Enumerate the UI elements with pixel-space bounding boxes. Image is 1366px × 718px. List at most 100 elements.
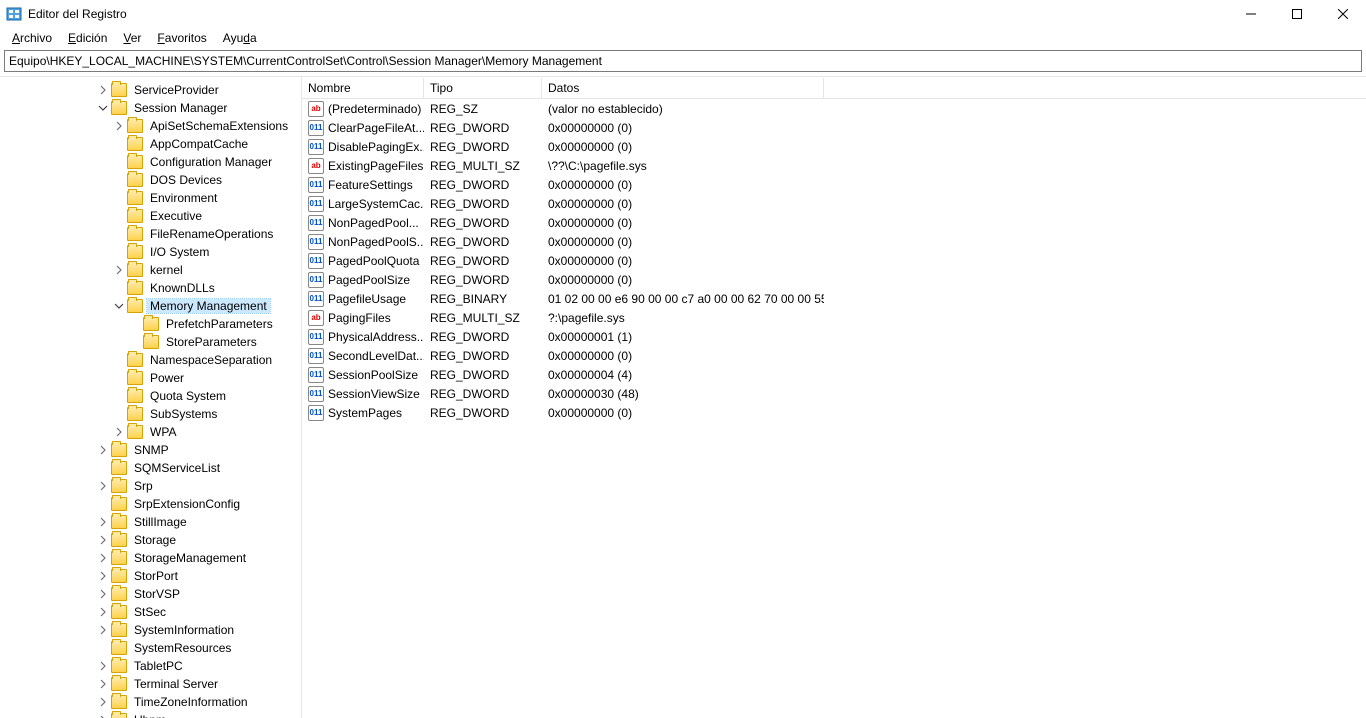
chevron-right-icon[interactable]	[96, 533, 110, 547]
folder-icon	[111, 695, 127, 709]
menu-ver[interactable]: Ver	[115, 30, 149, 46]
tree-item[interactable]: StillImage	[0, 513, 301, 531]
tree-item[interactable]: TimeZoneInformation	[0, 693, 301, 711]
value-row[interactable]: 011PagefileUsageREG_BINARY01 02 00 00 e6…	[302, 289, 1366, 308]
tree-item[interactable]: Session Manager	[0, 99, 301, 117]
value-row[interactable]: 011DisablePagingEx...REG_DWORD0x00000000…	[302, 137, 1366, 156]
tree-item[interactable]: PrefetchParameters	[0, 315, 301, 333]
value-row[interactable]: 011SessionPoolSizeREG_DWORD0x00000004 (4…	[302, 365, 1366, 384]
value-data: 0x00000000 (0)	[542, 254, 824, 268]
value-row[interactable]: 011ClearPageFileAt...REG_DWORD0x00000000…	[302, 118, 1366, 137]
value-name: LargeSystemCac...	[328, 197, 424, 211]
tree-scroll[interactable]: ServiceProviderSession ManagerApiSetSche…	[0, 77, 301, 718]
tree-item[interactable]: kernel	[0, 261, 301, 279]
value-row[interactable]: 011PagedPoolQuotaREG_DWORD0x00000000 (0)	[302, 251, 1366, 270]
chevron-right-icon[interactable]	[96, 443, 110, 457]
tree-item[interactable]: SNMP	[0, 441, 301, 459]
col-header-name[interactable]: Nombre	[302, 78, 424, 98]
tree-item[interactable]: Environment	[0, 189, 301, 207]
folder-icon	[111, 641, 127, 655]
value-name: PagingFiles	[328, 311, 391, 325]
tree-item[interactable]: KnownDLLs	[0, 279, 301, 297]
tree-item[interactable]: FileRenameOperations	[0, 225, 301, 243]
minimize-button[interactable]	[1228, 0, 1274, 28]
tree-item-label: PrefetchParameters	[163, 317, 276, 331]
value-name-cell: 011PagefileUsage	[302, 291, 424, 307]
chevron-right-icon[interactable]	[96, 659, 110, 673]
value-row[interactable]: 011NonPagedPoolS...REG_DWORD0x00000000 (…	[302, 232, 1366, 251]
value-row[interactable]: 011SessionViewSizeREG_DWORD0x00000030 (4…	[302, 384, 1366, 403]
tree-item[interactable]: SubSystems	[0, 405, 301, 423]
value-row[interactable]: abExistingPageFilesREG_MULTI_SZ\??\C:\pa…	[302, 156, 1366, 175]
tree-item[interactable]: StSec	[0, 603, 301, 621]
binary-value-icon: 011	[308, 348, 324, 364]
menu-favoritos[interactable]: Favoritos	[149, 30, 214, 46]
chevron-right-icon[interactable]	[96, 605, 110, 619]
tree-item[interactable]: Power	[0, 369, 301, 387]
tree-item[interactable]: Storage	[0, 531, 301, 549]
value-row[interactable]: 011LargeSystemCac...REG_DWORD0x00000000 …	[302, 194, 1366, 213]
value-row[interactable]: ab(Predeterminado)REG_SZ(valor no establ…	[302, 99, 1366, 118]
value-row[interactable]: 011FeatureSettingsREG_DWORD0x00000000 (0…	[302, 175, 1366, 194]
chevron-right-icon[interactable]	[112, 425, 126, 439]
tree-item[interactable]: ApiSetSchemaExtensions	[0, 117, 301, 135]
chevron-down-icon[interactable]	[96, 101, 110, 115]
address-bar[interactable]: Equipo\HKEY_LOCAL_MACHINE\SYSTEM\Current…	[4, 50, 1362, 72]
tree-item[interactable]: AppCompatCache	[0, 135, 301, 153]
chevron-right-icon[interactable]	[96, 623, 110, 637]
menu-edición[interactable]: Edición	[60, 30, 115, 46]
chevron-right-icon[interactable]	[96, 695, 110, 709]
value-row[interactable]: 011SecondLevelDat...REG_DWORD0x00000000 …	[302, 346, 1366, 365]
value-name-cell: 011PagedPoolQuota	[302, 253, 424, 269]
tree-item-label: Terminal Server	[131, 677, 221, 691]
maximize-button[interactable]	[1274, 0, 1320, 28]
list-body[interactable]: ab(Predeterminado)REG_SZ(valor no establ…	[302, 99, 1366, 718]
close-button[interactable]	[1320, 0, 1366, 28]
tree-item[interactable]: NamespaceSeparation	[0, 351, 301, 369]
tree-item[interactable]: SQMServiceList	[0, 459, 301, 477]
chevron-right-icon[interactable]	[96, 515, 110, 529]
binary-value-icon: 011	[308, 291, 324, 307]
value-data: 0x00000000 (0)	[542, 406, 824, 420]
tree-item[interactable]: Srp	[0, 477, 301, 495]
tree-item[interactable]: SystemResources	[0, 639, 301, 657]
tree-item[interactable]: ServiceProvider	[0, 81, 301, 99]
tree-item[interactable]: TabletPC	[0, 657, 301, 675]
tree-item-label: StSec	[131, 605, 169, 619]
chevron-right-icon[interactable]	[112, 263, 126, 277]
tree-item[interactable]: SrpExtensionConfig	[0, 495, 301, 513]
tree-item[interactable]: DOS Devices	[0, 171, 301, 189]
chevron-right-icon[interactable]	[96, 551, 110, 565]
value-row[interactable]: 011PagedPoolSizeREG_DWORD0x00000000 (0)	[302, 270, 1366, 289]
tree-item[interactable]: StorVSP	[0, 585, 301, 603]
tree-item[interactable]: StorPort	[0, 567, 301, 585]
tree-item[interactable]: Memory Management	[0, 297, 301, 315]
menu-archivo[interactable]: Archivo	[4, 30, 60, 46]
chevron-right-icon[interactable]	[96, 677, 110, 691]
value-row[interactable]: 011NonPagedPool...REG_DWORD0x00000000 (0…	[302, 213, 1366, 232]
value-row[interactable]: abPagingFilesREG_MULTI_SZ?:\pagefile.sys	[302, 308, 1366, 327]
chevron-right-icon[interactable]	[96, 713, 110, 718]
col-header-data[interactable]: Datos	[542, 78, 824, 98]
tree-item[interactable]: Ubpm	[0, 711, 301, 718]
tree-item[interactable]: Terminal Server	[0, 675, 301, 693]
chevron-right-icon[interactable]	[96, 83, 110, 97]
chevron-down-icon[interactable]	[112, 299, 126, 313]
tree-item[interactable]: Quota System	[0, 387, 301, 405]
value-row[interactable]: 011PhysicalAddress...REG_DWORD0x00000001…	[302, 327, 1366, 346]
chevron-right-icon[interactable]	[112, 119, 126, 133]
chevron-right-icon[interactable]	[96, 479, 110, 493]
tree-item[interactable]: Configuration Manager	[0, 153, 301, 171]
tree-item[interactable]: WPA	[0, 423, 301, 441]
menu-ayuda[interactable]: Ayuda	[215, 30, 265, 46]
tree-item[interactable]: SystemInformation	[0, 621, 301, 639]
tree-item[interactable]: StoreParameters	[0, 333, 301, 351]
chevron-right-icon[interactable]	[96, 569, 110, 583]
col-header-type[interactable]: Tipo	[424, 78, 542, 98]
folder-icon	[111, 623, 127, 637]
tree-item[interactable]: StorageManagement	[0, 549, 301, 567]
tree-item[interactable]: Executive	[0, 207, 301, 225]
value-row[interactable]: 011SystemPagesREG_DWORD0x00000000 (0)	[302, 403, 1366, 422]
tree-item[interactable]: I/O System	[0, 243, 301, 261]
chevron-right-icon[interactable]	[96, 587, 110, 601]
